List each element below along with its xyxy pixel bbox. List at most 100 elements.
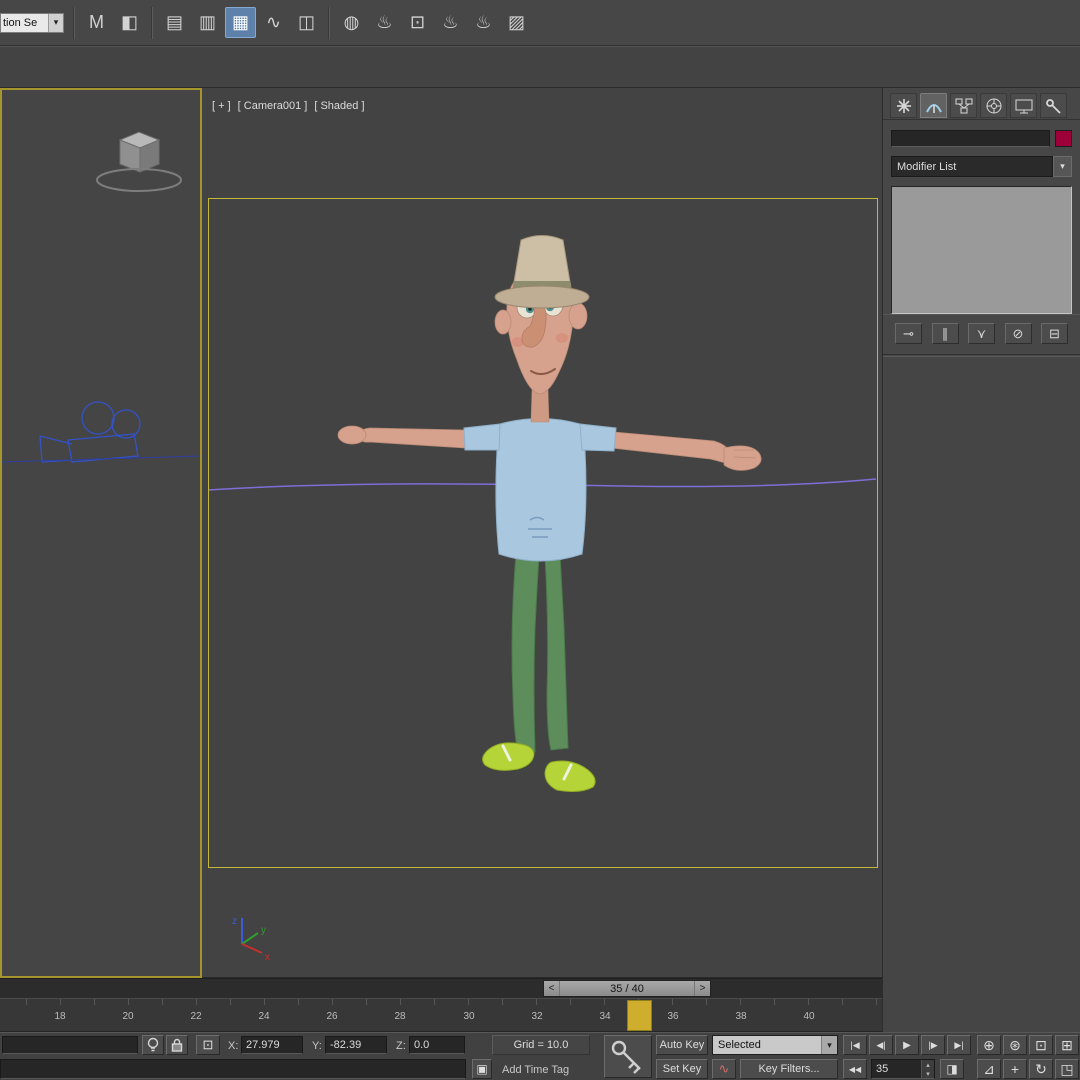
align-icon[interactable]: ◧ [114,7,145,38]
current-frame-field[interactable]: 35 ▴ ▾ [871,1059,935,1079]
viewport-menu-shading[interactable]: [ Shaded ] [314,100,364,112]
scene-box-object[interactable] [96,131,182,192]
tab-modify[interactable] [920,93,947,118]
layer-explorer-icon[interactable]: ▥ [192,7,223,38]
render-production-icon[interactable]: ♨ [435,7,466,38]
track-bar[interactable]: 18 20 22 24 26 28 30 32 34 36 38 40 [0,998,882,1032]
previous-frame-arrow-icon[interactable]: < [544,981,560,996]
toolbar-separator [328,6,330,39]
goto-start-icon[interactable]: |◀ [843,1035,867,1055]
track-tick: 28 [394,1011,406,1022]
chevron-down-icon[interactable]: ▾ [821,1036,837,1054]
add-time-tag[interactable]: Add Time Tag [502,1064,569,1076]
ribbon-collapsed-strip [0,46,1080,88]
3dsmax-window: tion Se ▾ M ◧ ▤ ▥ ▦ ∿ ◫ ◍ ♨ ⊡ ♨ ♨ ▨ [+ … [0,0,1080,1080]
pan-icon[interactable]: + [1003,1059,1027,1079]
key-mode-toggle-icon[interactable]: ◀◀ [843,1059,867,1079]
lock-icon [171,1038,183,1052]
configure-modifier-sets-icon[interactable]: ⊟ [1041,323,1068,344]
next-frame-arrow-icon[interactable]: > [694,981,710,996]
track-tick: 32 [531,1011,543,1022]
track-tick: 34 [599,1011,611,1022]
left-viewport[interactable] [0,88,202,978]
command-panel: Modifier List ▾ ⊸ ∥ ⋎ ⊘ ⊟ [882,88,1080,1032]
isolate-selection-icon[interactable] [142,1035,164,1055]
zoom-icon[interactable]: ⊕ [977,1035,1001,1055]
camera-viewport[interactable]: [ + ] [ Camera001 ] [ Shaded ] z y x [202,88,882,978]
x-coord-field[interactable]: 27.979 [241,1036,303,1054]
pin-stack-icon[interactable]: ⊸ [895,323,922,344]
viewport-label: [ + ] [ Camera001 ] [ Shaded ] [212,100,365,112]
right-ear [568,302,588,330]
motion-icon [986,98,1001,113]
named-selection-sets-dropdown[interactable]: tion Se ▾ [0,12,64,33]
spinner-down-icon[interactable]: ▾ [922,1069,934,1078]
render-iterative-icon[interactable]: ♨ [468,7,499,38]
set-keys-button[interactable] [604,1035,652,1078]
next-frame-icon[interactable]: |▶ [921,1035,945,1055]
make-unique-icon[interactable]: ⋎ [968,323,995,344]
spinner-up-icon[interactable]: ▴ [922,1060,934,1069]
tab-motion[interactable] [980,93,1007,118]
toolbar-separator [73,6,75,39]
time-slider-track[interactable]: < 35 / 40 > [0,978,882,998]
frame-spinner[interactable]: ▴ ▾ [921,1060,934,1078]
material-editor-icon[interactable]: ◍ [336,7,367,38]
rendered-frame-window-icon[interactable]: ⊡ [402,7,433,38]
tab-utilities[interactable] [1040,93,1067,118]
auto-key-button[interactable]: Auto Key [656,1035,708,1055]
utilities-icon [1045,98,1061,114]
orbit-icon[interactable]: ↻ [1029,1059,1053,1079]
field-of-view-icon[interactable]: ⊿ [977,1059,1001,1079]
mirror-icon[interactable]: M [81,7,112,38]
ribbon-toggle-icon[interactable]: ▦ [225,7,256,38]
new-key-default-in-out-icon[interactable]: ∿ [712,1059,736,1079]
maxscript-mini-listener[interactable] [2,1036,138,1054]
character-model[interactable] [337,235,762,792]
chevron-down-icon[interactable]: ▾ [48,13,63,32]
current-frame-marker[interactable] [627,1000,652,1031]
tab-display[interactable] [1010,93,1037,118]
scene-explorer-icon[interactable]: ▤ [159,7,190,38]
right-leg [544,553,569,751]
object-name-row [883,120,1080,147]
time-slider-handle[interactable]: < 35 / 40 > [543,980,711,997]
modifier-list-dropdown[interactable]: Modifier List ▾ [891,156,1072,177]
track-tick: 18 [54,1011,66,1022]
object-name-field[interactable] [891,130,1050,147]
viewport-menu-pov[interactable]: [ Camera001 ] [238,100,308,112]
key-filters-button[interactable]: Key Filters... [740,1059,838,1079]
tab-hierarchy[interactable] [950,93,977,118]
viewport-menu-general[interactable]: [ + ] [212,100,231,112]
zoom-all-icon[interactable]: ⊛ [1003,1035,1027,1055]
time-configuration-icon[interactable]: ◨ [940,1059,964,1079]
remove-modifier-icon[interactable]: ⊘ [1004,323,1032,344]
render-setup-icon[interactable]: ♨ [369,7,400,38]
selection-filter-value: Selected [718,1039,761,1051]
chevron-down-icon[interactable]: ▾ [1053,156,1072,177]
maximize-viewport-icon[interactable]: ◳ [1055,1059,1079,1079]
y-coord-field[interactable]: -82.39 [325,1036,387,1054]
command-panel-tabs [883,88,1080,120]
open-gallery-icon[interactable]: ▨ [501,7,532,38]
object-color-swatch[interactable] [1055,130,1072,147]
z-coord-field[interactable]: 0.0 [409,1036,465,1054]
curve-editor-icon[interactable]: ∿ [258,7,289,38]
tab-create[interactable] [890,93,917,118]
selection-lock-icon[interactable] [166,1035,188,1055]
set-key-button[interactable]: Set Key [656,1059,708,1079]
status-panel-toggle-icon[interactable]: ▣ [472,1059,492,1079]
zoom-extents-icon[interactable]: ⊡ [1029,1035,1053,1055]
goto-end-icon[interactable]: ▶| [947,1035,971,1055]
axis-z-label: z [232,916,237,927]
previous-frame-icon[interactable]: ◀| [869,1035,893,1055]
camera-object[interactable] [2,401,200,463]
track-tick: 20 [122,1011,134,1022]
selection-filter-dropdown[interactable]: Selected ▾ [712,1035,838,1055]
play-icon[interactable]: ▶ [895,1035,919,1055]
schematic-view-icon[interactable]: ◫ [291,7,322,38]
show-end-result-icon[interactable]: ∥ [931,323,959,344]
absolute-offset-toggle-icon[interactable]: ⊡ [196,1035,220,1055]
modifier-stack-list[interactable] [891,186,1072,314]
zoom-extents-all-icon[interactable]: ⊞ [1055,1035,1079,1055]
